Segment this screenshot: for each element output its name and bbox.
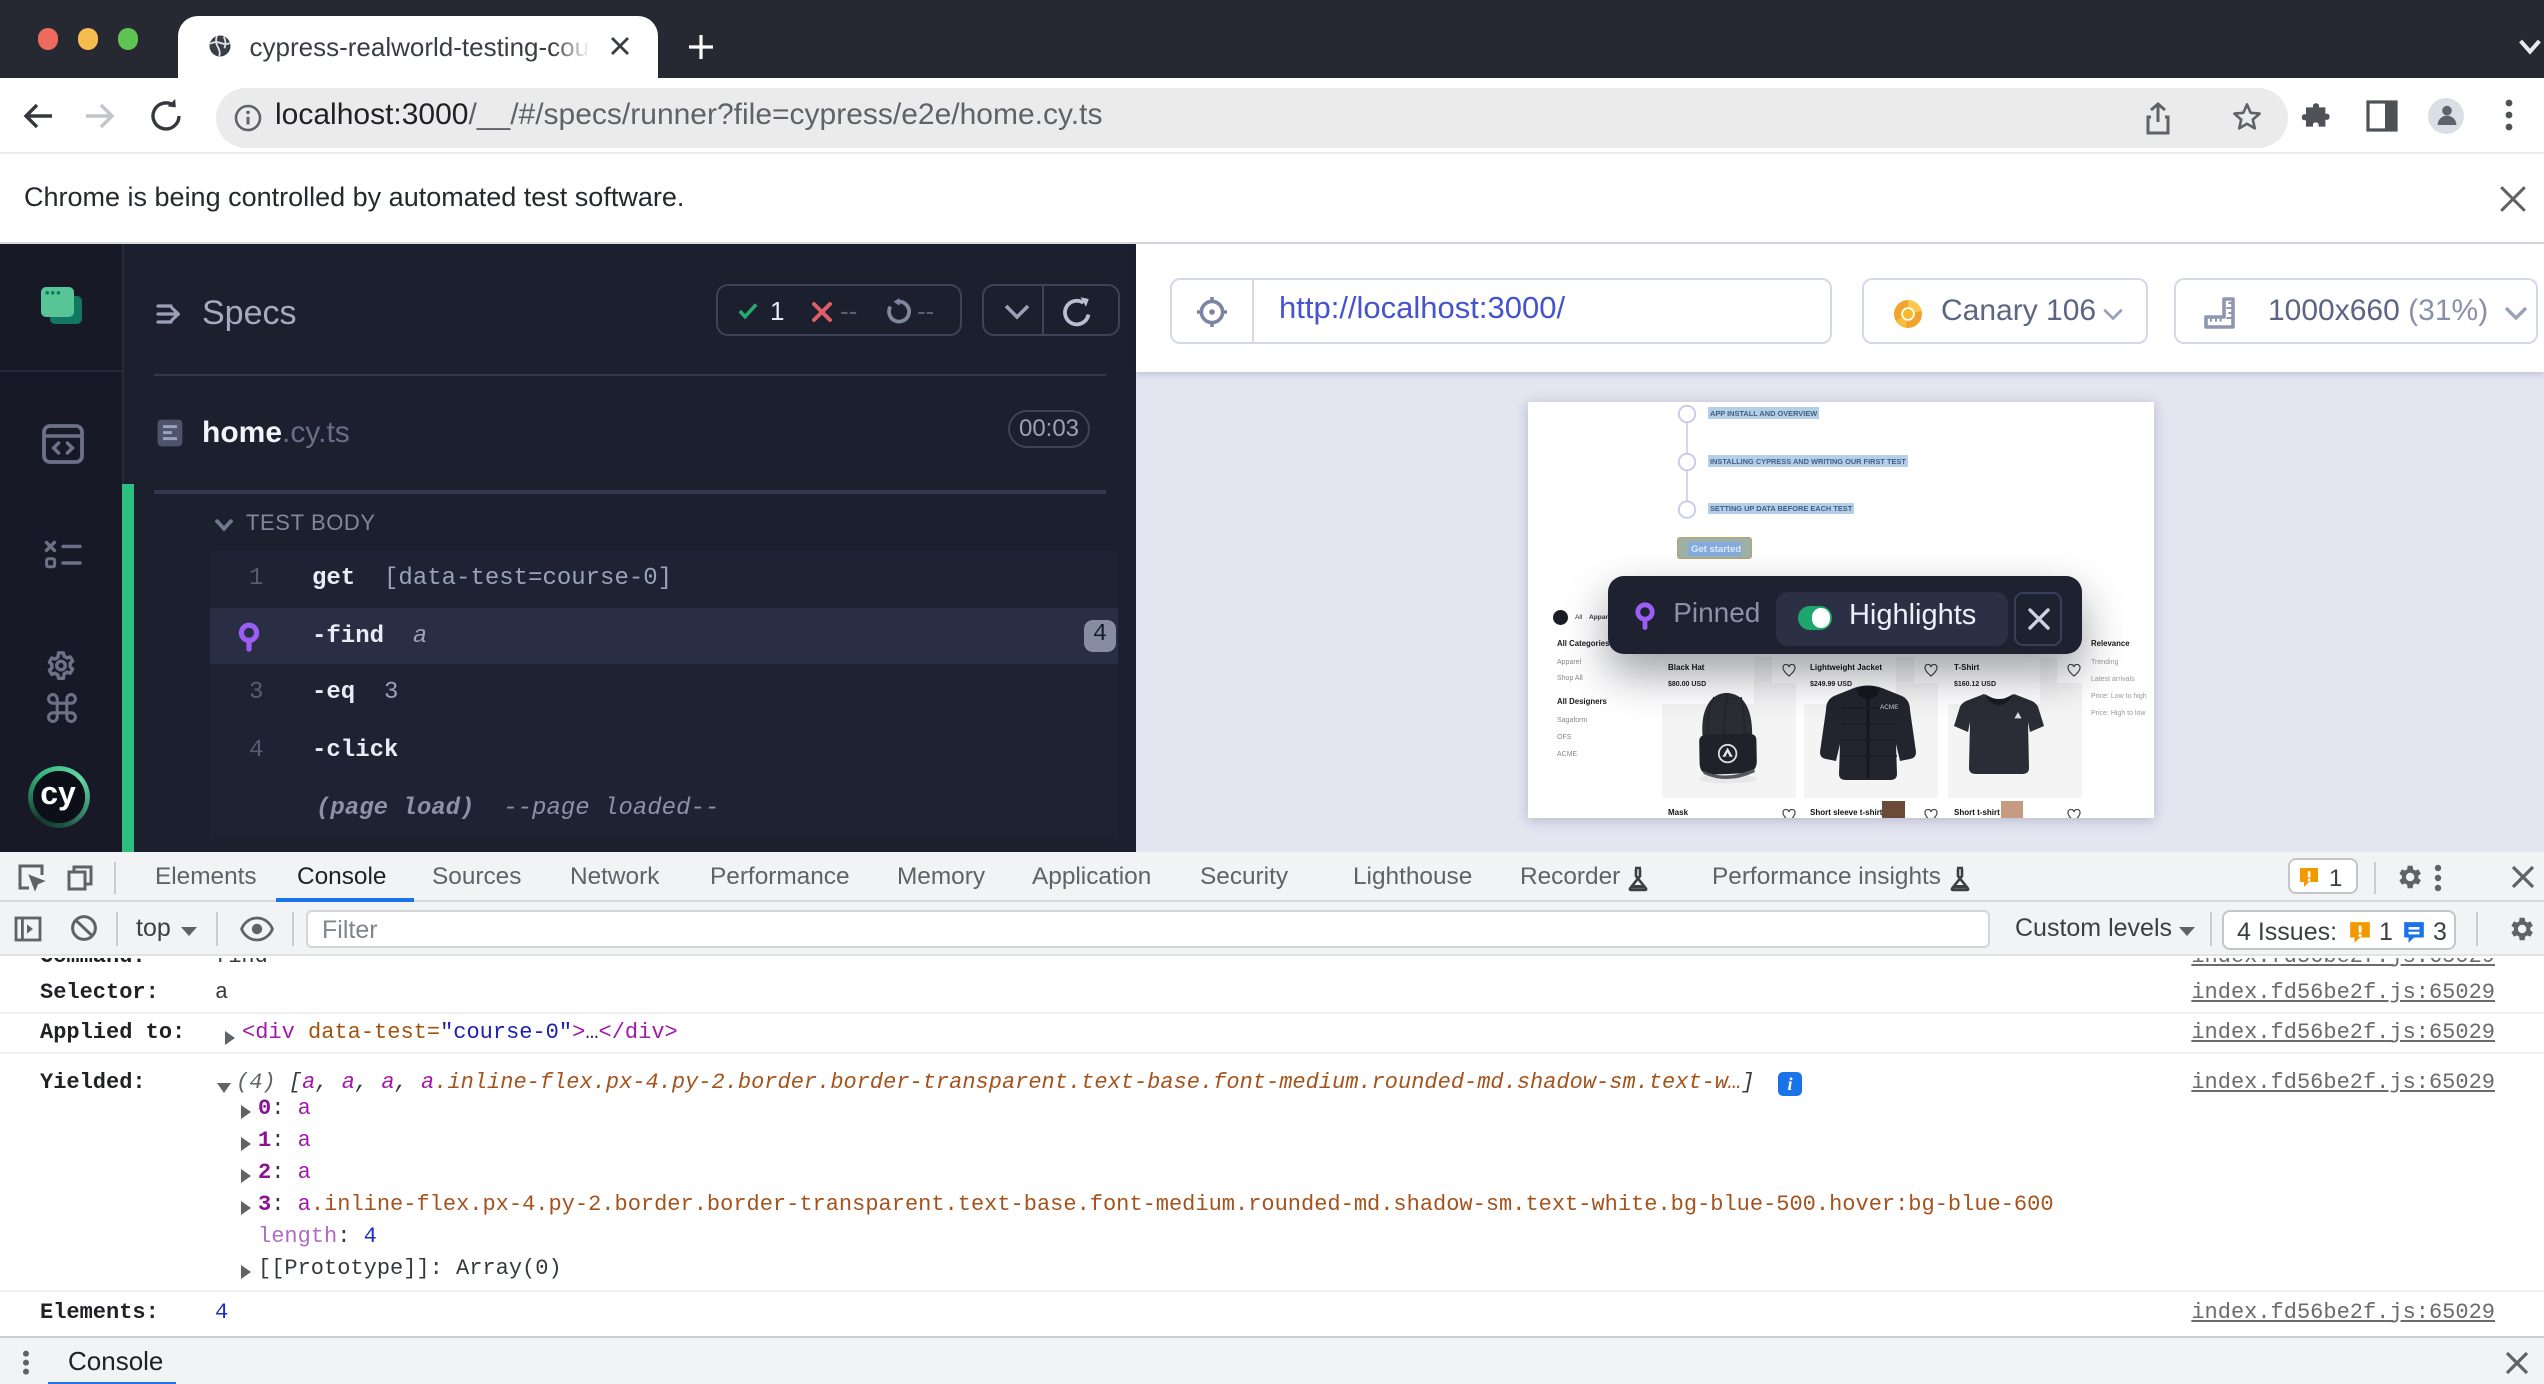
svg-text:ACME: ACME xyxy=(1879,704,1897,711)
